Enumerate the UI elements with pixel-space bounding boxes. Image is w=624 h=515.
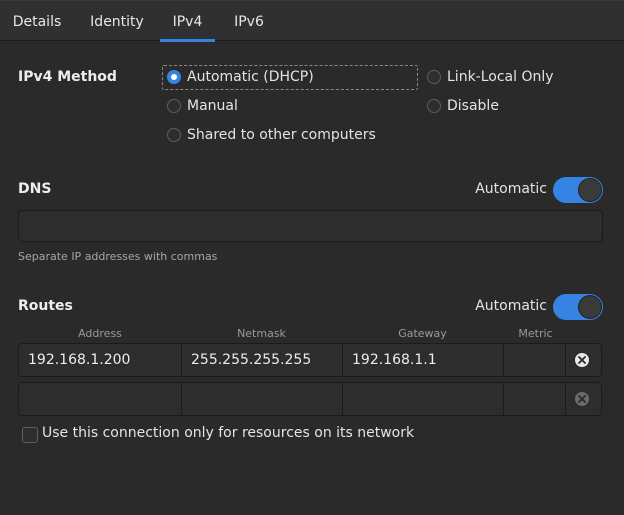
route-metric-input[interactable] [504, 383, 566, 415]
radio-automatic-dhcp[interactable]: Automatic (DHCP) [167, 65, 314, 89]
route-gateway-input[interactable]: 192.168.1.1 [343, 344, 504, 376]
radio-unchecked-icon [167, 128, 181, 142]
tab-bar: Details Identity IPv4 IPv6 [0, 0, 624, 42]
route-netmask-input[interactable] [182, 383, 343, 415]
dns-input[interactable] [18, 210, 603, 242]
dns-hint: Separate IP addresses with commas [18, 250, 218, 263]
column-header-metric: Metric [518, 327, 553, 340]
tab-ipv6[interactable]: IPv6 [220, 1, 278, 41]
tab-ipv4[interactable]: IPv4 [160, 1, 215, 42]
ipv4-method-label: IPv4 Method [18, 69, 117, 85]
tab-details[interactable]: Details [0, 1, 74, 41]
column-header-gateway: Gateway [398, 327, 447, 340]
route-row [18, 382, 602, 416]
only-local-resources-checkbox[interactable] [22, 427, 38, 443]
radio-label: Automatic (DHCP) [187, 69, 314, 85]
radio-manual[interactable]: Manual [167, 94, 238, 118]
switch-knob [578, 295, 602, 319]
route-row: 192.168.1.200 255.255.255.255 192.168.1.… [18, 343, 602, 377]
radio-unchecked-icon [427, 70, 441, 84]
column-header-netmask: Netmask [237, 327, 286, 340]
column-header-address: Address [78, 327, 122, 340]
radio-unchecked-icon [427, 99, 441, 113]
route-gateway-input[interactable] [343, 383, 504, 415]
tab-identity[interactable]: Identity [78, 1, 156, 41]
radio-label: Link-Local Only [447, 69, 554, 85]
radio-checked-icon [167, 70, 181, 84]
routes-automatic-label: Automatic [475, 298, 547, 314]
dns-automatic-label: Automatic [475, 181, 547, 197]
route-address-input[interactable]: 192.168.1.200 [19, 344, 182, 376]
delete-route-icon [575, 392, 589, 406]
dns-automatic-switch[interactable] [553, 177, 603, 203]
route-netmask-input[interactable]: 255.255.255.255 [182, 344, 343, 376]
route-address-input[interactable] [19, 383, 182, 415]
switch-knob [578, 178, 602, 202]
only-local-resources-label[interactable]: Use this connection only for resources o… [42, 425, 414, 441]
dns-label: DNS [18, 181, 52, 197]
delete-route-icon[interactable] [575, 353, 589, 367]
radio-label: Manual [187, 98, 238, 114]
route-metric-input[interactable] [504, 344, 566, 376]
routes-label: Routes [18, 298, 73, 314]
radio-link-local-only[interactable]: Link-Local Only [427, 65, 554, 89]
radio-disable[interactable]: Disable [427, 94, 499, 118]
radio-shared-to-other-computers[interactable]: Shared to other computers [167, 123, 376, 147]
radio-label: Shared to other computers [187, 127, 376, 143]
radio-label: Disable [447, 98, 499, 114]
routes-automatic-switch[interactable] [553, 294, 603, 320]
radio-unchecked-icon [167, 99, 181, 113]
